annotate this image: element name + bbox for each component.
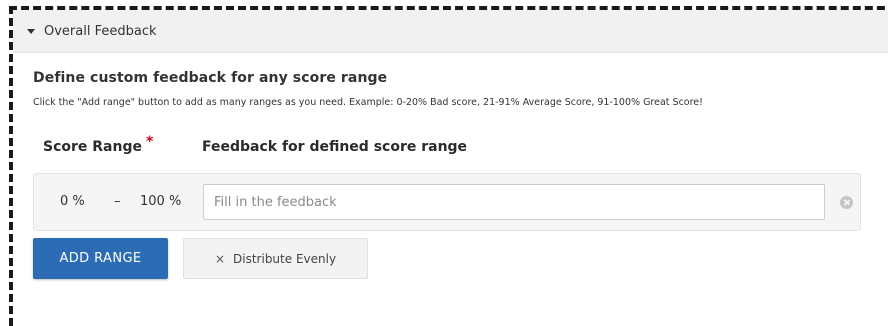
distribute-evenly-button[interactable]: × Distribute Evenly [183,238,368,279]
overall-feedback-panel-header[interactable]: Overall Feedback [13,10,888,53]
range-from-value[interactable]: 0 % [60,194,85,209]
required-asterisk: * [145,134,154,150]
range-to-value[interactable]: 100 % [140,194,181,209]
feedback-column-header: Feedback for defined score range [202,139,468,155]
remove-range-icon[interactable] [840,196,853,209]
section-description: Click the "Add range" button to add as m… [33,97,703,108]
close-x-icon: × [214,251,226,266]
range-separator: – [114,194,121,209]
caret-down-icon [27,29,35,34]
score-range-column-header: Score Range * [43,134,153,155]
section-title: Define custom feedback for any score ran… [33,70,388,86]
add-range-button[interactable]: ADD RANGE [33,238,168,279]
distribute-evenly-label: Distribute Evenly [233,251,337,266]
panel-title: Overall Feedback [44,23,157,39]
score-range-label: Score Range [43,139,142,155]
score-range-row: 0 % – 100 % [33,173,861,231]
feedback-input[interactable] [203,184,825,220]
